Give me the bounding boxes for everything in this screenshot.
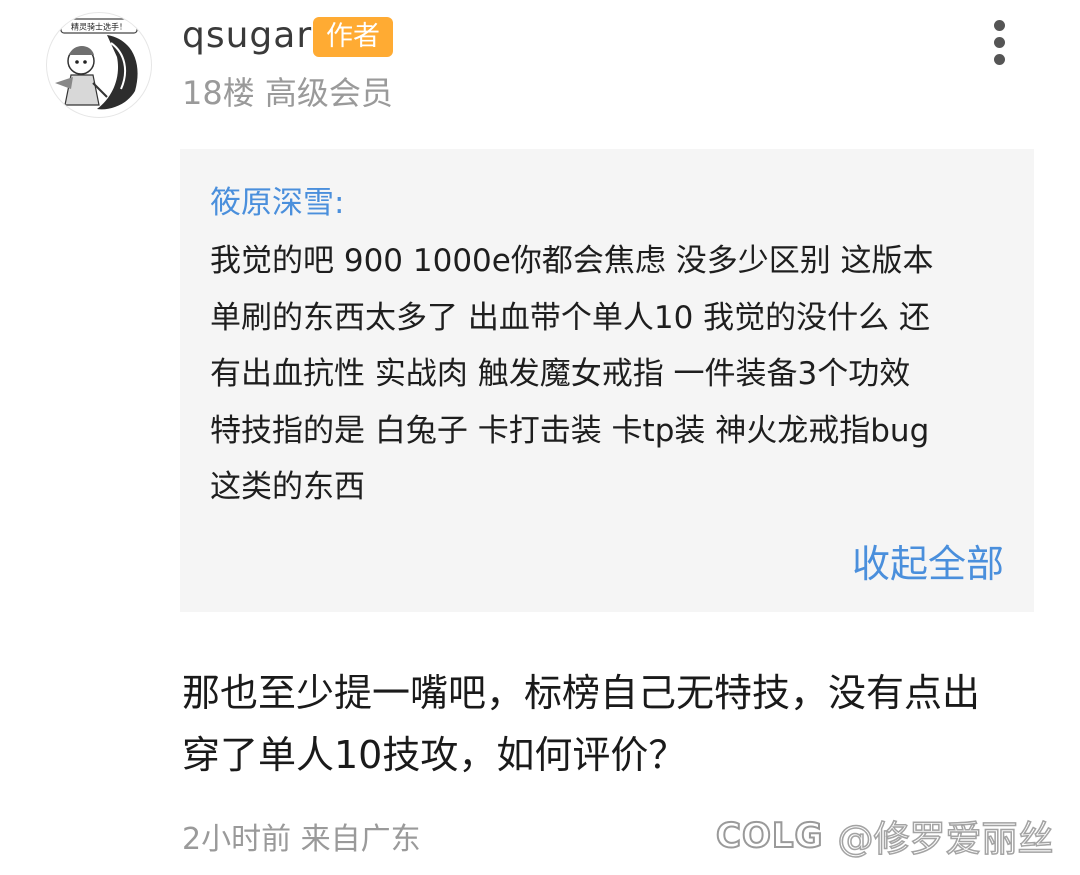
more-dot-icon — [994, 54, 1005, 65]
more-dot-icon — [994, 37, 1005, 48]
time-location: 2小时前 来自广东 — [182, 822, 421, 857]
watermark-handle: @修罗爱丽丝 — [837, 818, 1055, 861]
quoted-text-line: 单刷的东西太多了 出血带个单人10 我觉的没什么 还 — [210, 299, 931, 336]
reply-text-line: 穿了单人10技攻，如何评价？ — [182, 733, 687, 777]
quoted-text-line: 这类的东西 — [210, 469, 365, 505]
reply-body: 那也至少提一嘴吧，标榜自己无特技，没有点出 穿了单人10技攻，如何评价？ — [182, 662, 980, 786]
quoted-text-line: 特技指的是 白兔子 卡打击装 卡tp装 神火龙戒指bug — [210, 412, 930, 449]
avatar-caption-text: 精灵骑士选手！ — [71, 22, 127, 32]
watermark: COLG @修罗爱丽丝 — [715, 808, 1055, 864]
quoted-text-line: 我觉的吧 900 1000e你都会焦虑 没多少区别 这版本 — [210, 243, 934, 279]
avatar[interactable]: 精灵骑士选手！ — [46, 12, 152, 118]
colg-logo: COLG — [715, 815, 824, 857]
quoted-text-line: 有出血抗性 实战肉 触发魔女戒指 一件装备3个功效 — [210, 356, 911, 392]
username[interactable]: qsugar — [182, 14, 312, 58]
author-badge: 作者 — [313, 17, 393, 57]
quoted-text: 我觉的吧 900 1000e你都会焦虑 没多少区别 这版本 单刷的东西太多了 出… — [210, 233, 1010, 516]
more-options-button[interactable] — [984, 18, 1016, 66]
knight-cartoon-avatar-icon: 精灵骑士选手！ — [55, 18, 138, 110]
floor-meta: 18楼 高级会员 — [182, 74, 393, 112]
quoted-author[interactable]: 筱原深雪: — [210, 181, 344, 225]
reply-text-line: 那也至少提一嘴吧，标榜自己无特技，没有点出 — [182, 671, 981, 715]
more-dot-icon — [994, 20, 1005, 31]
collapse-all-button[interactable]: 收起全部 — [852, 539, 1004, 589]
quoted-reply: 筱原深雪: 我觉的吧 900 1000e你都会焦虑 没多少区别 这版本 单刷的东… — [180, 149, 1034, 612]
